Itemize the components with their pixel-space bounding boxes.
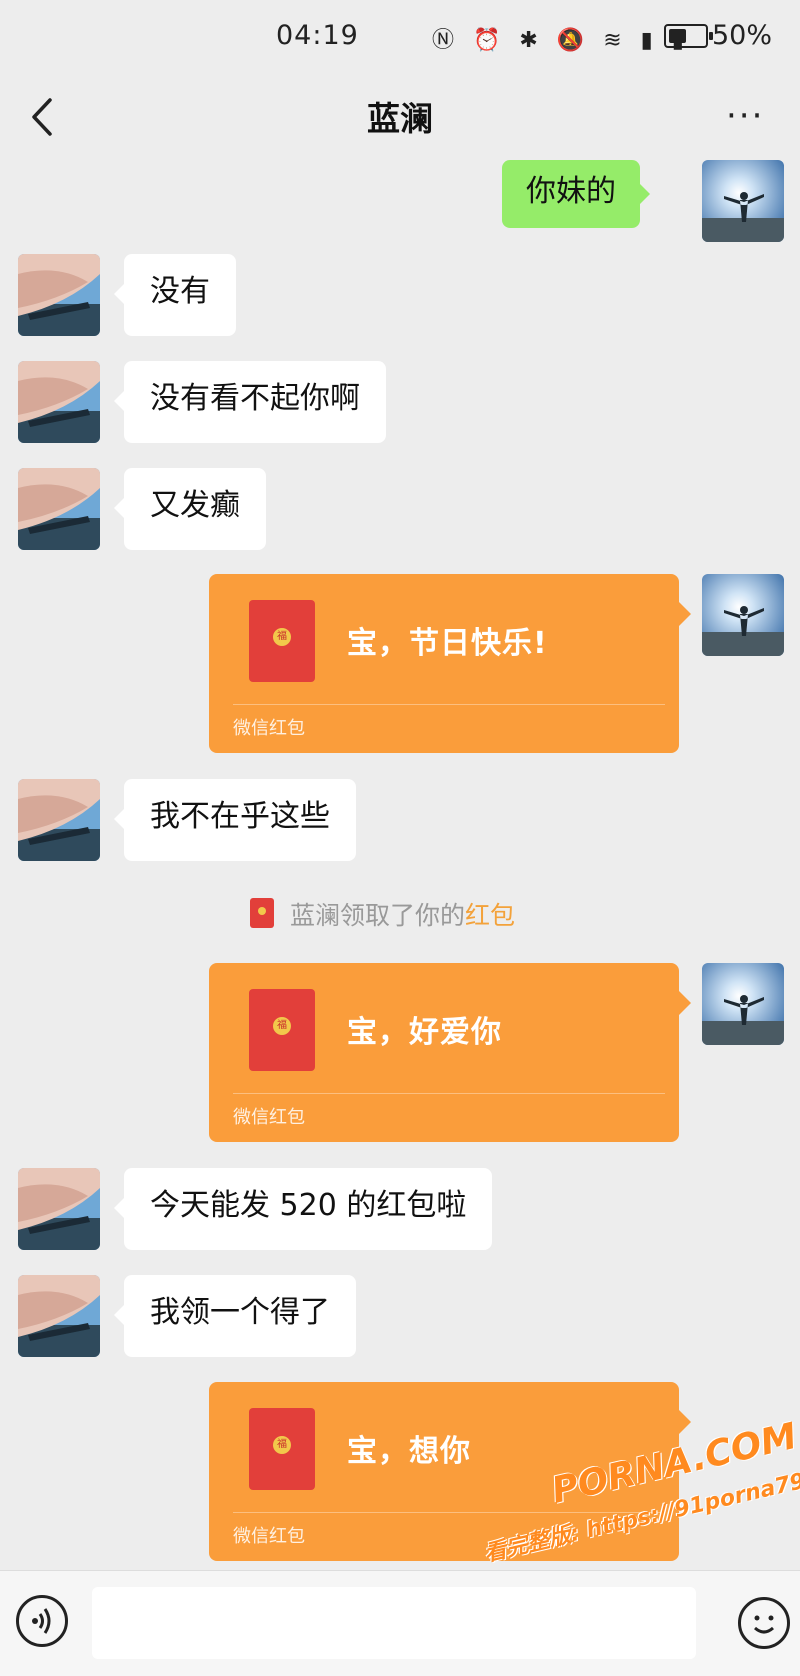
divider	[233, 1093, 665, 1094]
emoji-icon	[754, 1615, 774, 1634]
avatar-sunhat-icon	[18, 468, 100, 550]
red-packet-message[interactable]: 福 宝，节日快乐! 微信红包	[209, 574, 691, 753]
red-packet-greeting: 宝，好爱你	[347, 1015, 502, 1050]
avatar-sunlight-person-icon	[702, 963, 784, 1045]
avatar-sunhat-icon	[18, 361, 100, 443]
red-envelope-icon: 福	[249, 1408, 315, 1490]
chat-header: 蓝澜 ···	[0, 72, 800, 162]
avatar-sunlight-person-icon	[702, 160, 784, 242]
red-packet-greeting: 宝，想你	[347, 1434, 471, 1469]
avatar-sunhat-icon	[18, 254, 100, 336]
my-avatar[interactable]	[702, 160, 784, 242]
message-text: 我不在乎这些	[150, 799, 330, 834]
message-bubble-received[interactable]: 我领一个得了	[114, 1275, 356, 1357]
red-envelope-icon: 福	[249, 600, 315, 682]
contact-avatar[interactable]	[18, 1168, 100, 1250]
contact-avatar[interactable]	[18, 779, 100, 861]
message-text: 你妹的	[526, 174, 616, 209]
status-bar: 04:19 Ⓝ ⏰ ✱ 🔕 ≋ ▮ ▮ 50%	[0, 0, 800, 72]
contact-avatar[interactable]	[18, 254, 100, 336]
red-envelope-icon	[250, 898, 274, 928]
message-bubble-received[interactable]: 今天能发 520 的红包啦	[113, 1168, 493, 1250]
message-text: 没有看不起你啊	[150, 381, 360, 416]
message-bubble-sent[interactable]: 你妹的	[502, 160, 650, 228]
red-packet-label: 微信红包	[233, 1526, 305, 1547]
my-avatar[interactable]	[702, 963, 784, 1045]
red-packet-label: 微信红包	[233, 1107, 305, 1128]
battery-icon	[664, 24, 713, 48]
message-bubble-received[interactable]: 没有看不起你啊	[114, 361, 386, 443]
contact-avatar[interactable]	[18, 361, 100, 443]
red-packet-message[interactable]: 福 宝，好爱你 微信红包	[209, 963, 691, 1142]
avatar-sunlight-person-icon	[702, 574, 784, 656]
message-bubble-received[interactable]: 我不在乎这些	[114, 779, 356, 861]
status-time: 04:19	[276, 20, 359, 51]
avatar-sunhat-icon	[18, 779, 100, 861]
battery-percent: 50%	[712, 20, 773, 51]
message-text: 今天能发 520 的红包啦	[150, 1188, 467, 1223]
divider	[233, 704, 665, 705]
status-icons: Ⓝ ⏰ ✱ 🔕 ≋ ▮ ▮	[432, 28, 690, 53]
more-button[interactable]: ···	[726, 96, 764, 136]
message-bubble-received[interactable]: 没有	[114, 254, 236, 336]
notice-text: 蓝澜领取了你的	[290, 901, 466, 930]
contact-avatar[interactable]	[18, 1275, 100, 1357]
emoji-button[interactable]	[738, 1597, 790, 1649]
contact-avatar[interactable]	[18, 468, 100, 550]
voice-button[interactable]	[16, 1595, 68, 1647]
more-dots-icon: ···	[726, 96, 765, 136]
message-bubble-received[interactable]: 又发癫	[114, 468, 266, 550]
voice-icon	[32, 1608, 51, 1634]
avatar-sunhat-icon	[18, 1168, 100, 1250]
message-text: 没有	[150, 274, 210, 309]
message-text: 又发癫	[150, 488, 240, 523]
red-envelope-icon: 福	[249, 989, 315, 1071]
red-packet-link[interactable]: 红包	[465, 901, 515, 930]
my-avatar[interactable]	[702, 574, 784, 656]
avatar-sunhat-icon	[18, 1275, 100, 1357]
chat-title: 蓝澜	[367, 99, 433, 138]
red-packet-greeting: 宝，节日快乐!	[347, 626, 548, 661]
message-text: 我领一个得了	[150, 1295, 330, 1330]
red-packet-label: 微信红包	[233, 718, 305, 739]
